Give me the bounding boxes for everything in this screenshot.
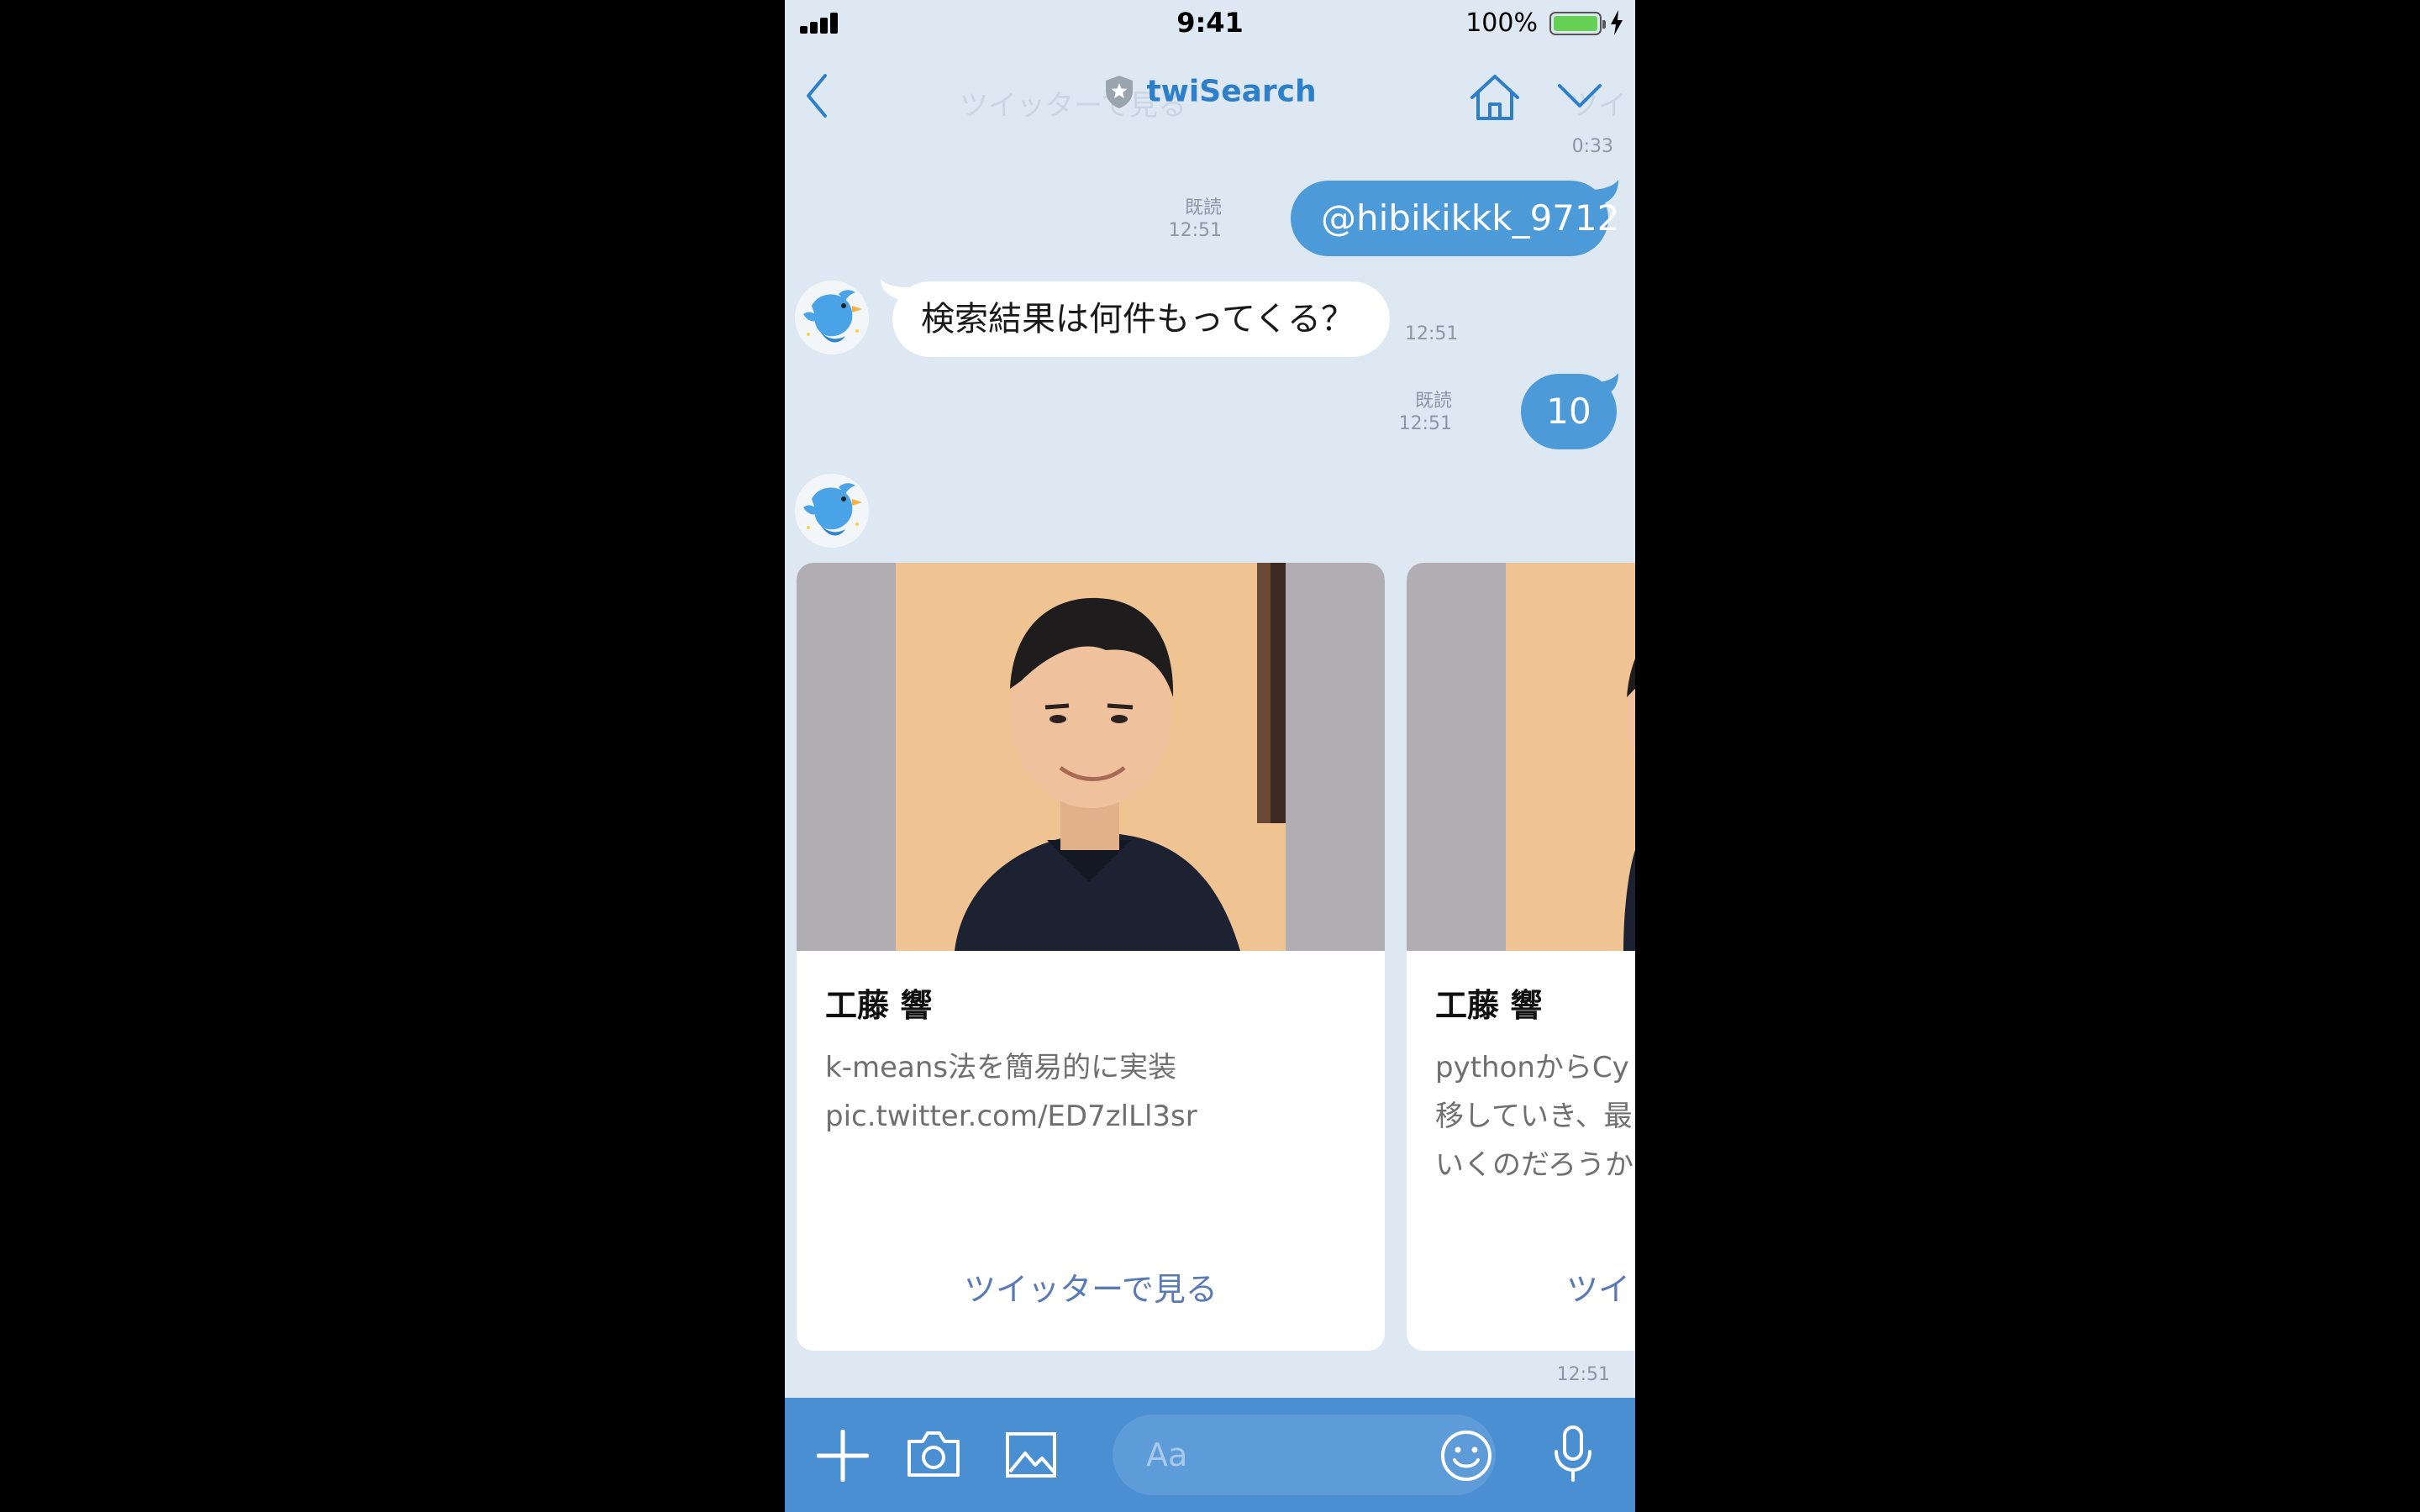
message-time: 12:51	[1168, 220, 1222, 241]
message-input-bar	[785, 1398, 1635, 1512]
microphone-icon	[1555, 1425, 1591, 1482]
chevron-down-icon	[1558, 84, 1602, 108]
card-tweet-text: k-means法を簡易的に実装 pic.twitter.com/ED7zlLl3…	[825, 1051, 1197, 1133]
charging-icon	[1611, 10, 1623, 35]
bird-icon	[795, 474, 869, 548]
profile-photo	[896, 563, 1286, 951]
chat-title: twiSearch	[1146, 74, 1317, 109]
home-button[interactable]	[1467, 72, 1523, 126]
card-user-name: 工藤 響	[825, 987, 933, 1024]
message-time: 12:51	[1398, 413, 1452, 434]
read-label: 既読	[1184, 197, 1222, 218]
camera-button[interactable]	[906, 1428, 961, 1483]
emoji-icon	[1441, 1431, 1491, 1481]
camera-icon	[908, 1431, 960, 1477]
read-label: 既読	[1414, 391, 1452, 412]
image-button[interactable]	[1005, 1431, 1057, 1482]
card-image	[797, 563, 1385, 951]
battery-percent: 100%	[1465, 8, 1538, 38]
previous-message-time: 0:33	[1571, 136, 1613, 157]
tweet-card[interactable]: 工藤 響 k-means法を簡易的に実装 pic.twitter.com/ED7…	[797, 563, 1385, 1351]
message-read-meta: 既読 12:51	[1054, 197, 1222, 242]
message-read-meta: 既読 12:51	[1284, 390, 1452, 435]
emoji-button[interactable]	[1440, 1430, 1492, 1485]
image-icon	[1006, 1432, 1056, 1478]
status-bar: 9:41 100%	[785, 0, 1635, 47]
menu-toggle-button[interactable]	[1555, 79, 1605, 116]
voice-button[interactable]	[1549, 1425, 1597, 1487]
shield-icon	[1106, 76, 1134, 108]
bubble-tail	[1590, 373, 1618, 398]
battery-icon	[1549, 12, 1606, 35]
bird-icon	[795, 281, 869, 354]
card-image	[1407, 563, 1635, 951]
message-input[interactable]	[1144, 1436, 1400, 1474]
message-text: @hibikikkk_9712	[1321, 197, 1620, 239]
add-button[interactable]	[816, 1429, 870, 1485]
chat-header: ツイッターで見る ツイ twiSearch	[785, 47, 1635, 148]
received-message-bubble[interactable]: 検索結果は何件もってくる？	[892, 281, 1390, 357]
card-tweet-text: pythonからCy 移していき、最 いくのだろうか	[1435, 1051, 1634, 1182]
phone-screen: 9:41 100% ツイッターで見る ツイ twiSearch 0:33 既読 …	[785, 0, 1635, 1512]
message-time: 12:51	[1405, 323, 1459, 344]
sent-message-bubble[interactable]: @hibikikkk_9712	[1291, 181, 1619, 256]
view-on-twitter-link[interactable]: ツイッターで見る	[1566, 1263, 1635, 1310]
bot-avatar[interactable]	[795, 281, 869, 354]
tweet-card[interactable]: 工藤 響 pythonからCy 移していき、最 いくのだろうか ツイッターで見る	[1407, 563, 1635, 1351]
carousel-time: 12:51	[1556, 1364, 1610, 1385]
message-text: 検索結果は何件もってくる？	[921, 300, 1355, 339]
plus-icon	[816, 1429, 870, 1483]
bubble-tail	[1590, 180, 1618, 205]
message-text: 10	[1546, 391, 1591, 432]
view-on-twitter-link[interactable]: ツイッターで見る	[797, 1263, 1385, 1310]
home-icon	[1470, 75, 1519, 120]
bot-avatar[interactable]	[795, 474, 869, 548]
card-user-name: 工藤 響	[1435, 987, 1543, 1024]
message-input-field[interactable]	[1113, 1415, 1496, 1495]
profile-photo	[1506, 563, 1635, 951]
